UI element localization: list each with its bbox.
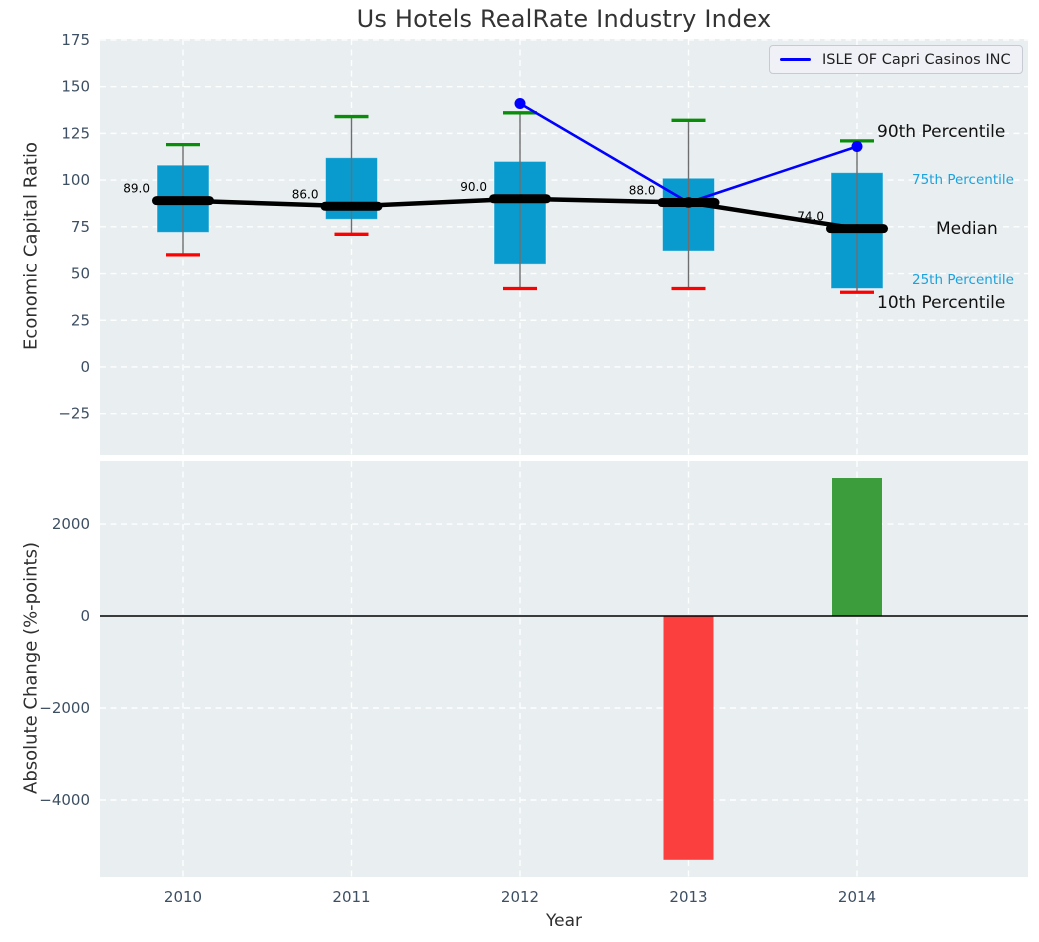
annotation-median: Median bbox=[936, 219, 998, 239]
change-bar-2013 bbox=[664, 616, 714, 860]
median-value-label: 88.0 bbox=[629, 184, 656, 198]
legend: ISLE OF Capri Casinos INC bbox=[769, 45, 1023, 74]
chart-title: Us Hotels RealRate Industry Index bbox=[100, 5, 1028, 33]
median-value-label: 86.0 bbox=[292, 187, 319, 201]
legend-line-sample bbox=[780, 58, 811, 61]
y-tick-label-bottom: 0 bbox=[80, 607, 90, 625]
y-tick-label-bottom: 2000 bbox=[52, 515, 90, 533]
figure: 175 150 125 100 75 50 25 0 −25 2000 0 −2000 −4000 201… bbox=[0, 0, 1039, 942]
y-tick-label-top: 25 bbox=[71, 311, 90, 329]
median-marker bbox=[321, 202, 383, 211]
median-marker bbox=[489, 194, 551, 203]
y-tick-label-bottom: −2000 bbox=[39, 699, 90, 717]
y-tick-label-top: 0 bbox=[80, 358, 90, 376]
x-tick-label: 2014 bbox=[838, 888, 876, 906]
top-panel-bg bbox=[100, 39, 1028, 455]
median-marker bbox=[152, 196, 214, 205]
company-marker bbox=[515, 98, 526, 109]
x-tick-label: 2011 bbox=[332, 888, 370, 906]
y-tick-label-top: 150 bbox=[61, 78, 90, 96]
y-tick-label-top: 50 bbox=[71, 265, 90, 283]
y-tick-label-top: 75 bbox=[71, 218, 90, 236]
annotation-25th-percentile: 25th Percentile bbox=[912, 272, 1014, 288]
median-value-label: 74.0 bbox=[797, 210, 824, 224]
median-marker bbox=[826, 224, 888, 233]
change-bar-2014 bbox=[832, 478, 882, 616]
annotation-10th-percentile: 10th Percentile bbox=[877, 293, 1005, 313]
annotation-75th-percentile: 75th Percentile bbox=[912, 172, 1014, 188]
y-tick-label-top: −25 bbox=[58, 405, 90, 423]
y-tick-label-top: 175 bbox=[61, 31, 90, 49]
legend-label: ISLE OF Capri Casinos INC bbox=[822, 52, 1011, 68]
median-value-label: 89.0 bbox=[123, 182, 150, 196]
y-tick-label-bottom: −4000 bbox=[39, 791, 90, 809]
x-tick-label: 2010 bbox=[164, 888, 202, 906]
x-tick-label: 2013 bbox=[669, 888, 707, 906]
y-tick-label-top: 100 bbox=[61, 171, 90, 189]
annotation-90th-percentile: 90th Percentile bbox=[877, 122, 1005, 142]
median-value-label: 90.0 bbox=[460, 180, 487, 194]
x-tick-label: 2012 bbox=[501, 888, 539, 906]
company-marker bbox=[852, 141, 863, 152]
median-marker bbox=[658, 198, 720, 207]
y-axis-label-top: Economic Capital Ratio bbox=[21, 142, 42, 350]
x-axis-label: Year bbox=[100, 911, 1028, 931]
y-axis-label-bottom: Absolute Change (%-points) bbox=[21, 542, 42, 794]
y-tick-label-top: 125 bbox=[61, 124, 90, 142]
